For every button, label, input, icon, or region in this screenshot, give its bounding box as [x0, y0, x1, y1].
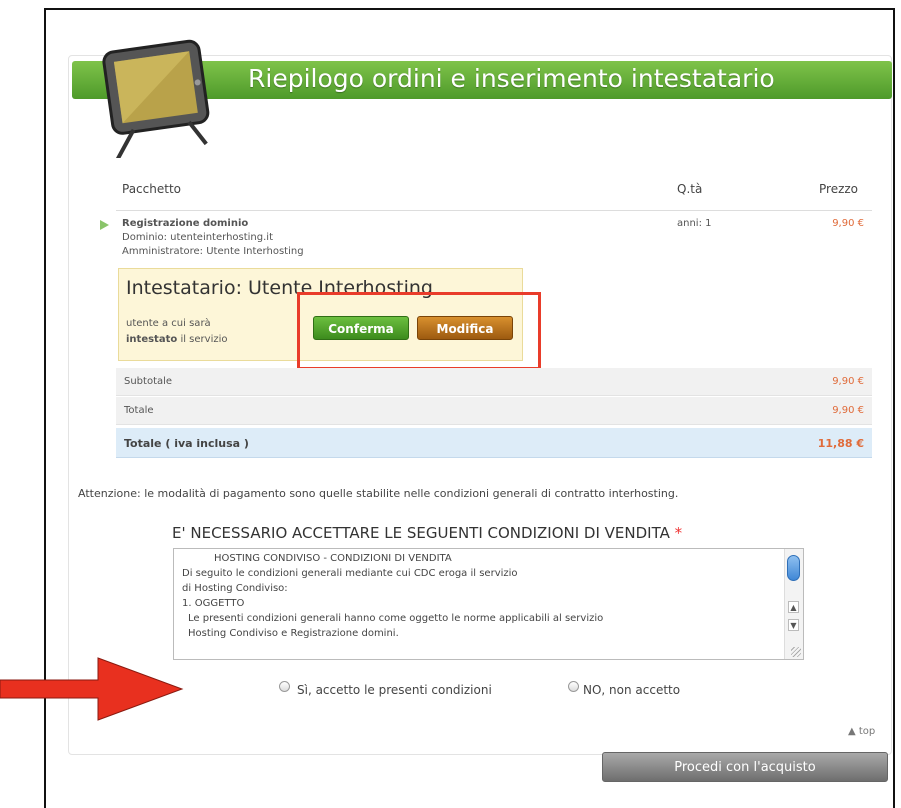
- col-price: Prezzo: [819, 182, 859, 196]
- owner-desc-line1: utente a cui sarà: [126, 318, 211, 329]
- scrollbar[interactable]: ▲ ▼: [784, 549, 803, 659]
- accept-label[interactable]: Sì, accetto le presenti condizioni: [297, 683, 492, 697]
- owner-description: utente a cui sarà intestato il servizio: [126, 316, 276, 348]
- col-package: Pacchetto: [122, 182, 181, 196]
- item-price: 9,90 €: [832, 218, 864, 229]
- total-vat-row: Totale ( iva inclusa ) 11,88 €: [116, 428, 872, 458]
- page-title: Riepilogo ordini e inserimento intestata…: [248, 64, 775, 93]
- scroll-thumb[interactable]: [787, 555, 800, 581]
- conditions-title: E' NECESSARIO ACCETTARE LE SEGUENTI COND…: [172, 524, 682, 542]
- item-admin: Amministratore: Utente Interhosting: [122, 246, 304, 257]
- red-arrow-icon: [0, 657, 184, 721]
- resize-grip-icon[interactable]: [791, 647, 801, 657]
- total-vat-value: 11,88 €: [817, 437, 864, 450]
- owner-desc-line2: il servizio: [180, 334, 228, 345]
- reject-radio[interactable]: [568, 681, 579, 692]
- conditions-line: Hosting Condiviso e Registrazione domini…: [188, 628, 399, 639]
- scroll-down-arrow-icon[interactable]: ▼: [788, 619, 799, 631]
- conditions-line: Le presenti condizioni generali hanno co…: [188, 613, 604, 624]
- subtotal-row: Subtotale 9,90 €: [116, 368, 872, 396]
- top-link[interactable]: ▲ top: [848, 726, 875, 737]
- item-qty: anni: 1: [677, 218, 712, 229]
- subtotal-label: Subtotale: [124, 376, 173, 387]
- payment-warning: Attenzione: le modalità di pagamento son…: [78, 487, 679, 500]
- required-mark: *: [674, 524, 683, 542]
- col-qty: Q.tà: [677, 182, 703, 196]
- total-label: Totale: [124, 405, 154, 416]
- reject-label[interactable]: NO, non accetto: [583, 683, 680, 697]
- play-icon: [100, 220, 109, 230]
- item-name: Registrazione dominio: [122, 218, 249, 229]
- conditions-line: Di seguito le condizioni generali median…: [182, 568, 518, 579]
- highlight-box: [297, 292, 541, 370]
- owner-desc-bold: intestato: [126, 334, 178, 345]
- scroll-up-arrow-icon[interactable]: ▲: [788, 601, 799, 613]
- subtotal-value: 9,90 €: [832, 376, 864, 387]
- accept-radio[interactable]: [279, 681, 290, 692]
- conditions-line: HOSTING CONDIVISO - CONDIZIONI DI VENDIT…: [214, 553, 452, 564]
- proceed-button[interactable]: Procedi con l'acquisto: [602, 752, 888, 782]
- conditions-title-text: E' NECESSARIO ACCETTARE LE SEGUENTI COND…: [172, 524, 670, 542]
- tablet-icon: [102, 39, 210, 158]
- total-vat-label: Totale ( iva inclusa ): [124, 437, 249, 450]
- total-row: Totale 9,90 €: [116, 397, 872, 425]
- conditions-line: di Hosting Condiviso:: [182, 583, 288, 594]
- top-link-text[interactable]: top: [859, 726, 875, 737]
- header-divider: [116, 210, 872, 211]
- conditions-textarea[interactable]: HOSTING CONDIVISO - CONDIZIONI DI VENDIT…: [173, 548, 804, 660]
- item-domain: Dominio: utenteinterhosting.it: [122, 232, 273, 243]
- total-value: 9,90 €: [832, 405, 864, 416]
- conditions-line: 1. OGGETTO: [182, 598, 245, 609]
